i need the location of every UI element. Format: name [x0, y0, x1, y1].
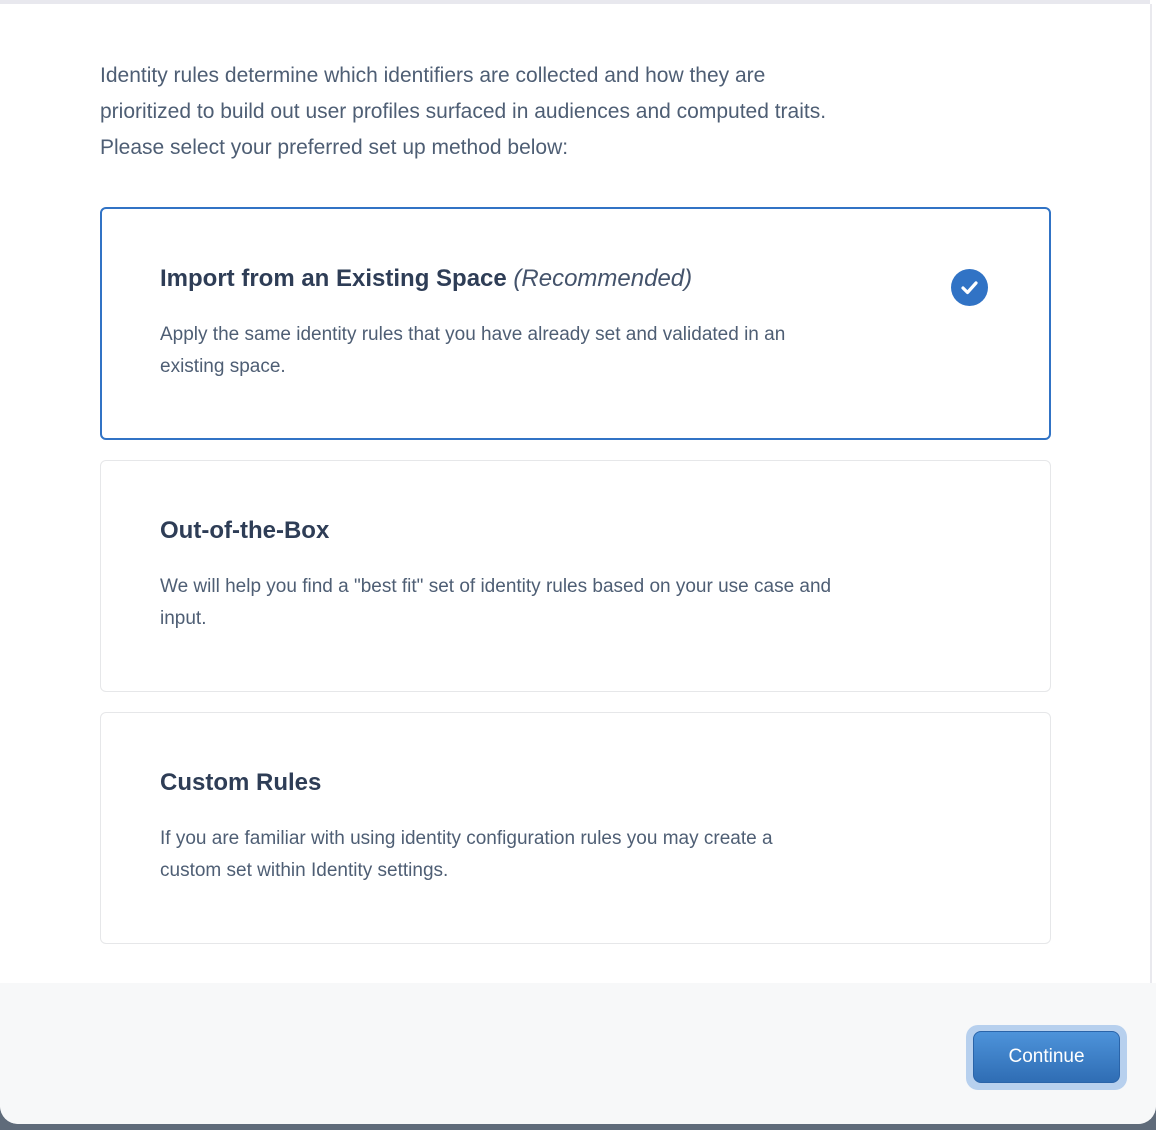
option-title: Out-of-the-Box: [160, 513, 940, 549]
option-description: Apply the same identity rules that you h…: [160, 319, 939, 383]
option-card-out-of-the-box[interactable]: Out-of-the-Box We will help you find a "…: [100, 460, 1051, 692]
option-title: Import from an Existing Space (Recommend…: [160, 261, 939, 297]
identity-setup-modal: Identity rules determine which identifie…: [0, 0, 1156, 1124]
option-description: If you are familiar with using identity …: [160, 823, 940, 887]
option-title-text: Custom Rules: [160, 769, 321, 796]
selected-check-icon: [951, 269, 988, 306]
option-title-text: Import from an Existing Space: [160, 265, 507, 292]
intro-text: Identity rules determine which identifie…: [100, 58, 1051, 166]
continue-button-focus-ring: Continue: [966, 1025, 1127, 1090]
option-description: We will help you find a "best fit" set o…: [160, 571, 940, 635]
continue-button[interactable]: Continue: [973, 1031, 1120, 1083]
modal-body: Identity rules determine which identifie…: [100, 58, 1051, 964]
option-title: Custom Rules: [160, 765, 940, 801]
scrollbar-gutter-divider: [1150, 4, 1152, 1124]
recommended-badge: (Recommended): [513, 265, 692, 292]
modal-footer: Continue: [0, 983, 1156, 1124]
header-divider: [0, 0, 1150, 4]
option-title-text: Out-of-the-Box: [160, 517, 329, 544]
option-card-custom-rules[interactable]: Custom Rules If you are familiar with us…: [100, 712, 1051, 944]
option-card-import-existing-space[interactable]: Import from an Existing Space (Recommend…: [100, 207, 1051, 440]
